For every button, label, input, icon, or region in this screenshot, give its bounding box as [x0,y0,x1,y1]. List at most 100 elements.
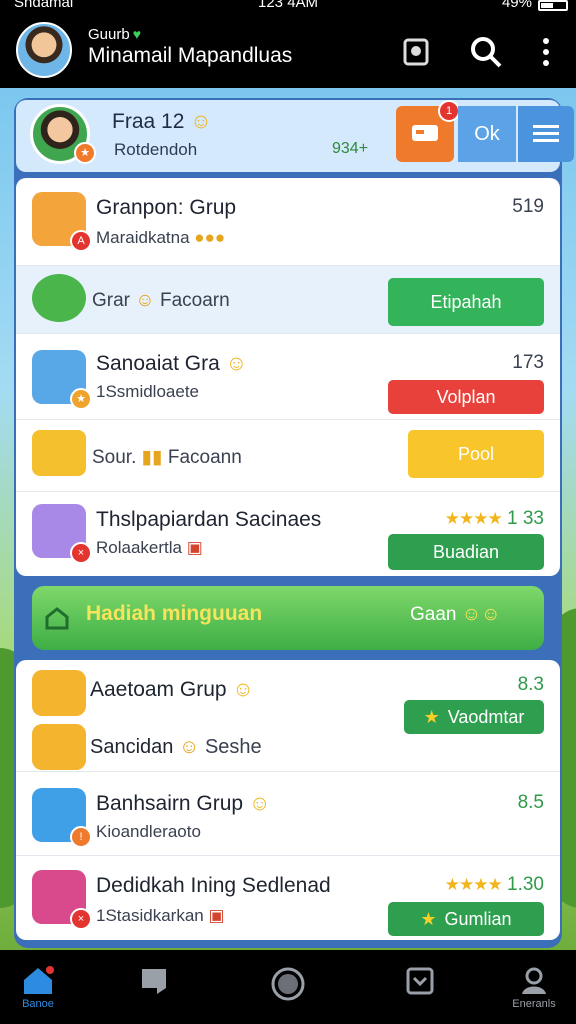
circle-button-icon [271,967,305,1001]
gamepad-icon [32,274,86,322]
star-icon: ★ [423,706,440,727]
action-button[interactable]: Buadian [388,534,544,570]
group-title-text: Banhsairn Grup [96,792,244,815]
group-subtitle-text: Maraidkatna [96,228,190,247]
group-title: Sancidan ☺ Seshe [90,736,262,759]
group-score: 173 [512,352,544,373]
group-list-top: A Granpon: Grup Maraidkatna ●●● 519 Grar… [16,178,560,576]
list-item[interactable]: × Thslpapiardan Sacinaes Rolaakertla ▣ ★… [16,492,560,576]
group-title-text: Sour. [92,447,137,468]
badge-icon: × [70,542,92,564]
group-title: Thslpapiardan Sacinaes [96,508,322,531]
app-bar: Guurb ♥ Minamail Mapandluas [0,14,576,88]
group-title-text: Grar [92,290,130,311]
trophy-icon: ▮▮ [141,447,163,468]
group-subtitle: Facoarn [159,290,230,311]
star-icon: ★ [420,908,437,929]
chat-icon [142,969,166,994]
rating-stars-icon: ★★★★ [444,509,503,528]
home-icon [24,966,54,994]
profile-name: Fraa 12 ☺ [112,110,212,134]
badge-icon: ! [70,826,92,848]
group-score: 1.30 [507,874,544,895]
gift-icon: ▣ [186,538,203,557]
action-button[interactable]: Etipahah [388,278,544,326]
group-list-bottom: Aaetoam Grup ☺ 8.3 ★ Vaodmtar Sancidan ☺ … [16,660,560,940]
list-item[interactable]: × Dedidkah Ining Sedlenad 1Stasidkarkan … [16,856,560,940]
list-item[interactable]: Grar ☺ Facoarn Etipahah [16,266,560,334]
action-label: Gumlian [444,908,512,929]
emoji-icon: ☺ [135,290,155,311]
weekly-reward-banner[interactable]: Hadiah minguuan Gaan ☺☺ [32,586,544,650]
group-subtitle: Kioandleraoto [96,822,201,841]
status-bar: Sndamal 123 4AM 49% [0,0,576,14]
nav-profile[interactable]: Eneranls [510,966,558,1014]
list-item[interactable]: Sour. ▮▮ Facoann Pool [16,420,560,492]
weekly-right: Gaan ☺☺ [410,604,501,626]
group-title: Banhsairn Grup ☺ [96,792,270,816]
battery-percent: 49% [501,0,532,11]
group-title-text: Aaetoam Grup [90,678,227,701]
carrier-label: Sndamal [14,0,74,11]
menu-button[interactable] [518,106,574,162]
gift-box-icon: × [32,870,92,930]
nav-inbox[interactable] [396,966,444,1014]
action-button[interactable]: ★ Vaodmtar [404,700,544,734]
emoji-icon: ☺ [248,792,271,815]
weekly-right-label: Gaan [410,604,457,625]
bookmark-icon [403,38,429,66]
battery-icon [538,0,568,11]
ok-button[interactable]: Ok [458,106,516,162]
list-item[interactable]: A Granpon: Grup Maraidkatna ●●● 519 [16,178,560,266]
star-badge-icon [32,724,86,770]
more-button[interactable] [528,34,564,70]
app-subtitle-text: Guurb [88,26,130,43]
nav-label: Eneranls [512,998,556,1010]
group-avatar-icon: A [32,192,92,252]
group-avatar-icon: ★ [32,350,92,410]
group-title-text: Sanoaiat Gra [96,352,220,375]
group-subtitle-text: Rolaakertla [96,538,182,557]
group-subtitle: Facoann [167,447,242,468]
notification-badge: 1 [438,100,460,122]
list-item[interactable]: ! Banhsairn Grup ☺ Kioandleraoto 8.5 [16,772,560,856]
user-avatar[interactable] [16,22,72,78]
group-subtitle: 1Stasidkarkan ▣ [96,906,225,926]
gift-icon: ▣ [208,906,225,925]
home-icon [45,607,69,630]
list-item[interactable]: Aaetoam Grup ☺ 8.3 ★ Vaodmtar Sancidan ☺ … [16,660,560,772]
group-score: 8.5 [517,792,544,813]
rating-stars-icon: ★★★★ [444,875,503,894]
smile-icon: ☺ [190,110,212,133]
action-label: Vaodmtar [447,706,525,727]
group-rating: ★★★★ 1 33 [445,508,544,530]
level-badge-icon: ★ [74,142,96,164]
list-item[interactable]: ★ Sanoaiat Gra ☺ 1Ssmidloaete 173 Volpla… [16,334,560,420]
group-score: 8.3 [517,674,544,695]
group-subtitle: Maraidkatna ●●● [96,228,225,248]
app-subtitle: Guurb ♥ [88,26,141,43]
bookmark-button[interactable] [398,34,434,70]
group-score: 519 [512,196,544,217]
search-button[interactable] [468,34,504,70]
action-button[interactable]: Pool [408,430,544,478]
coins-icon: ●●● [194,228,226,247]
profile-name-text: Fraa 12 [112,110,185,133]
group-subtitle: Seshe [204,736,262,758]
group-subtitle-text: 1Stasidkarkan [96,906,204,925]
group-rating: ★★★★ 1.30 [445,874,544,896]
group-avatar-icon: ! [32,788,92,848]
group-title-text: Sancidan [90,736,174,758]
nav-center[interactable] [264,966,312,1014]
action-button[interactable]: Volplan [388,380,544,414]
group-score: 1 33 [507,508,544,529]
profile-score: 934+ [332,140,369,157]
nav-home[interactable]: Banoe [14,966,62,1014]
nav-chat[interactable] [130,966,178,1014]
group-title: Granpon: Grup [96,196,237,219]
bottom-nav: Banoe Eneranls [0,950,576,1024]
action-button[interactable]: ★ Gumlian [388,902,544,936]
badge-icon: ★ [70,388,92,410]
emoji-icon: ☺ [225,352,248,375]
user-icon [522,967,546,994]
